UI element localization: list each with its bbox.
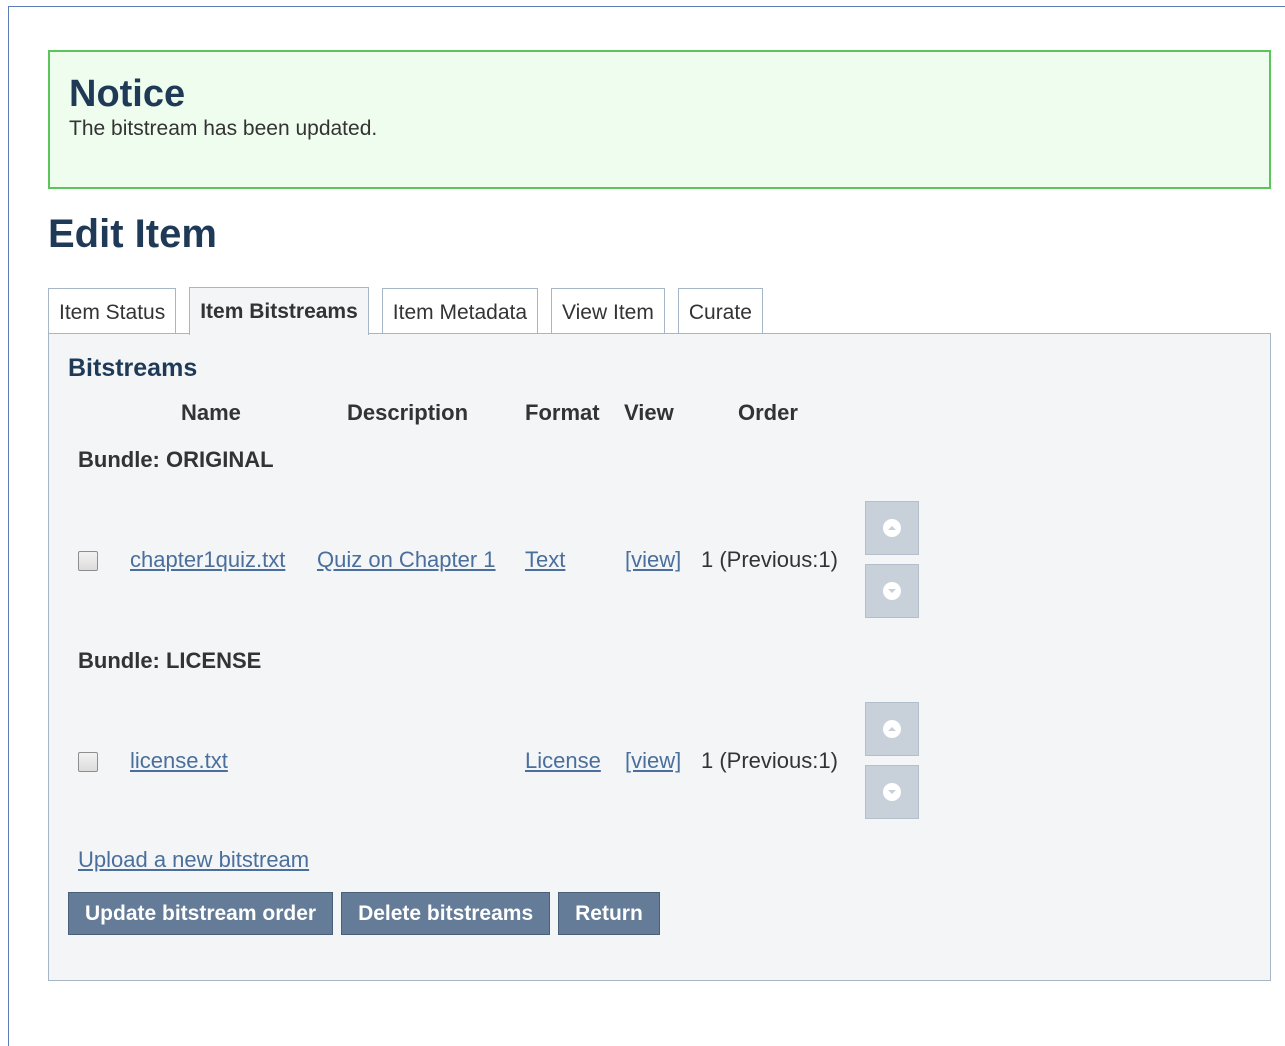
column-header-description: Description <box>347 400 469 425</box>
tab-item-bitstreams[interactable]: Item Bitstreams <box>189 287 369 335</box>
arrow-down-icon <box>883 783 901 801</box>
tab-bar: Item Status Item Bitstreams Item Metadat… <box>48 286 776 335</box>
bitstream-format-cell: License <box>525 748 601 774</box>
bitstreams-heading: Bitstreams <box>68 354 198 382</box>
bitstream-view-link[interactable]: [view] <box>625 547 681 572</box>
column-header-view: View <box>624 400 674 425</box>
notice-title: Notice <box>69 73 186 115</box>
bitstream-format-link[interactable]: Text <box>525 547 565 572</box>
move-up-button[interactable] <box>865 702 919 756</box>
notice-message: The bitstream has been updated. <box>69 117 378 140</box>
tab-view-item[interactable]: View Item <box>551 288 665 334</box>
column-header-order: Order <box>738 400 798 425</box>
tab-item-status[interactable]: Item Status <box>48 288 177 334</box>
bitstream-name-link[interactable]: license.txt <box>130 748 228 773</box>
move-down-button[interactable] <box>865 765 919 819</box>
column-header-format: Format <box>525 400 600 425</box>
bitstream-view-cell: [view] <box>625 748 681 774</box>
bitstream-order-value: 1 (Previous:1) <box>701 748 838 773</box>
bitstream-name-cell: chapter1quiz.txt <box>130 547 285 573</box>
column-header-name: Name <box>181 400 241 425</box>
arrow-up-icon <box>883 519 901 537</box>
bitstream-checkbox[interactable] <box>78 551 98 571</box>
upload-bitstream-link[interactable]: Upload a new bitstream <box>78 847 309 873</box>
notice-box: Notice The bitstream has been updated. <box>48 50 1271 189</box>
move-up-button[interactable] <box>865 501 919 555</box>
bitstream-format-cell: Text <box>525 547 565 573</box>
tab-curate[interactable]: Curate <box>677 288 763 334</box>
bitstream-name-cell: license.txt <box>130 748 228 774</box>
bitstream-order-value: 1 (Previous:1) <box>701 547 838 572</box>
update-bitstream-order-button[interactable]: Update bitstream order <box>68 892 334 935</box>
bundle-label-license: Bundle: LICENSE <box>78 648 262 673</box>
bitstream-description-link[interactable]: Quiz on Chapter 1 <box>317 547 496 572</box>
bundle-label-original: Bundle: ORIGINAL <box>78 447 274 472</box>
arrow-up-icon <box>883 720 901 738</box>
bitstream-checkbox[interactable] <box>78 752 98 772</box>
bitstream-view-cell: [view] <box>625 547 681 573</box>
page-title: Edit Item <box>48 212 217 256</box>
move-down-button[interactable] <box>865 564 919 618</box>
bitstream-name-link[interactable]: chapter1quiz.txt <box>130 547 285 572</box>
action-buttons: Update bitstream order Delete bitstreams… <box>68 892 668 935</box>
tab-item-metadata[interactable]: Item Metadata <box>381 288 539 334</box>
bitstream-format-link[interactable]: License <box>525 748 601 773</box>
delete-bitstreams-button[interactable]: Delete bitstreams <box>341 892 551 935</box>
arrow-down-icon <box>883 582 901 600</box>
bitstream-description-cell: Quiz on Chapter 1 <box>317 547 496 573</box>
bitstream-view-link[interactable]: [view] <box>625 748 681 773</box>
bitstreams-panel: Bitstreams Name Description Format View … <box>48 333 1271 981</box>
return-button[interactable]: Return <box>558 892 660 935</box>
